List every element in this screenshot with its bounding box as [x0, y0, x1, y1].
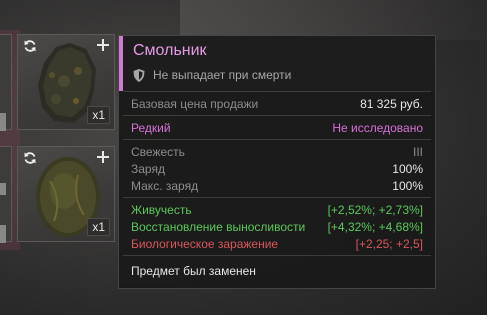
inventory-slot[interactable]: x1 [17, 146, 115, 242]
research-status: Не исследовано [332, 120, 423, 135]
charge-label: Заряд [131, 161, 165, 176]
max-charge-label: Макс. заряд [131, 178, 199, 193]
effects-section: Живучесть [+2,52%; +2,73%] Восстановлени… [119, 198, 435, 255]
bio-infection-label: Биологическое заражение [131, 236, 279, 251]
item-tooltip: Смольник Не выпадает при смерти Базовая … [118, 35, 436, 289]
rarity-section: Редкий Не исследовано [119, 116, 435, 139]
stamina-regen-label: Восстановление выносливости [131, 219, 306, 234]
death-drop-info: Не выпадает при смерти [133, 68, 291, 82]
stats-section: Свежесть III Заряд 100% Макс. заряд 100% [119, 140, 435, 197]
price-label: Базовая цена продажи [131, 96, 259, 111]
inventory-slot-partial[interactable] [0, 146, 12, 243]
freshness-value: III [412, 144, 423, 159]
rarity-label: Редкий [131, 120, 171, 135]
stamina-regen-value: [+4,32%; +4,68%] [327, 219, 423, 234]
background-blur [180, 0, 487, 40]
death-drop-text: Не выпадает при смерти [153, 68, 292, 82]
max-charge-value: 100% [392, 178, 423, 193]
shield-icon [133, 68, 145, 82]
tooltip-header: Смольник Не выпадает при смерти [119, 36, 435, 91]
slot-edge-mark [0, 183, 6, 195]
item-title: Смольник [133, 42, 207, 59]
slot-edge-mark [0, 225, 6, 243]
price-value: 81 325 руб. [360, 96, 423, 111]
replaced-note: Предмет был заменен [131, 263, 256, 278]
stack-count-badge: x1 [87, 106, 110, 124]
price-section: Базовая цена продажи 81 325 руб. [119, 92, 435, 115]
freshness-label: Свежесть [131, 144, 185, 159]
charge-value: 100% [392, 161, 423, 176]
stack-count-badge: x1 [87, 218, 110, 236]
note-section: Предмет был заменен [119, 256, 435, 285]
bio-infection-value: [+2,25; +2,5] [355, 236, 423, 251]
vitality-label: Живучесть [131, 202, 192, 217]
vitality-value: [+2,52%; +2,73%] [327, 202, 423, 217]
inventory-slot[interactable]: x1 [17, 34, 115, 130]
slot-edge-mark [0, 113, 6, 131]
inventory-slot-partial[interactable] [0, 34, 12, 131]
